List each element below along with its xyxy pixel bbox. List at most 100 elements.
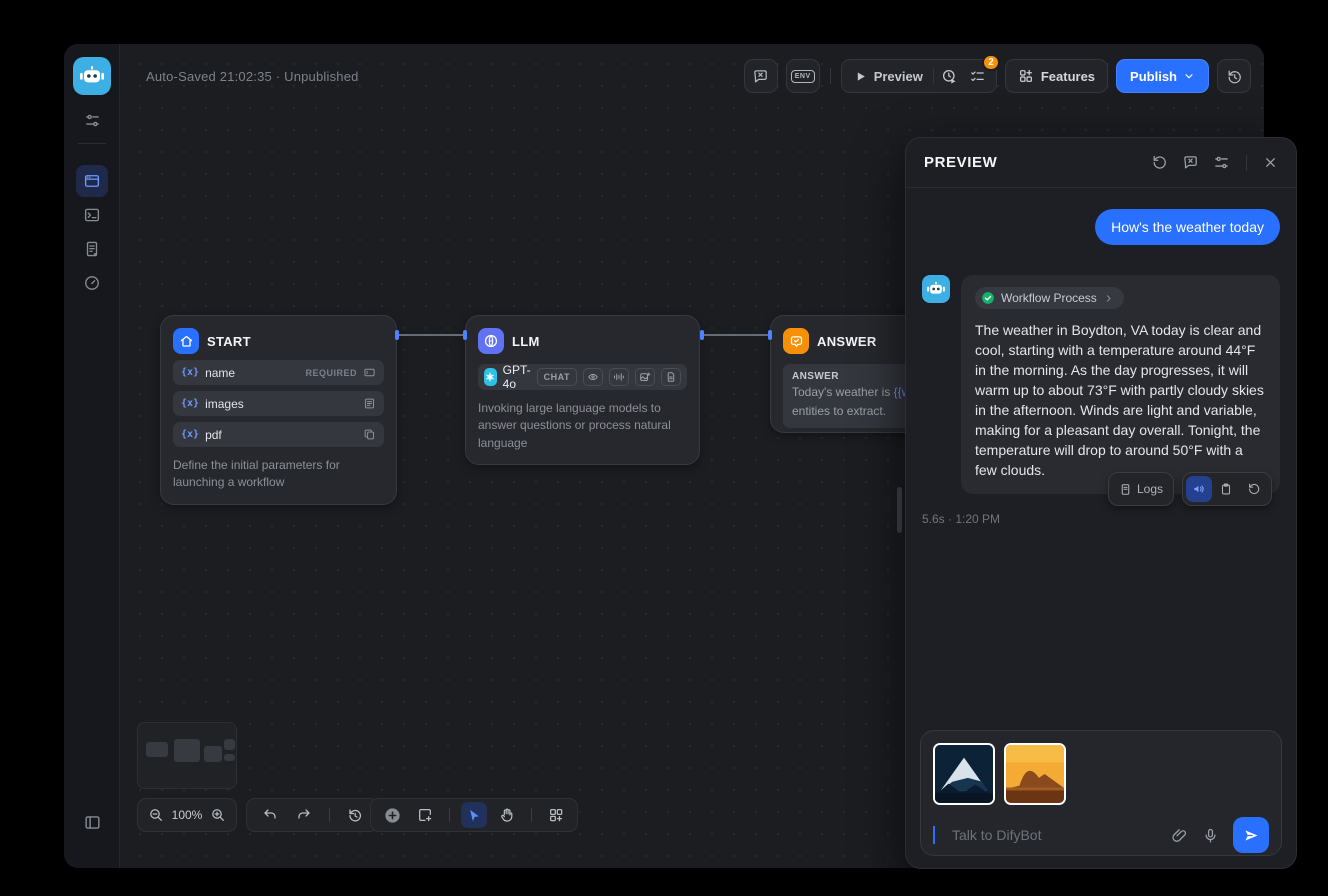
node-description: Define the initial parameters for launch…	[173, 457, 384, 492]
run-group: Preview 2	[841, 59, 997, 93]
vision-capability-icon	[583, 368, 603, 386]
workflow-process-chip[interactable]: Workflow Process	[975, 287, 1124, 309]
preferences-button[interactable]	[76, 104, 108, 136]
history-clock-icon	[1226, 68, 1243, 85]
change-history-button[interactable]	[342, 802, 368, 828]
logs-label: Logs	[1137, 482, 1163, 496]
sidebar-item-monitoring[interactable]	[76, 267, 108, 299]
llm-output-port[interactable]	[700, 330, 704, 340]
env-variables-button[interactable]: ENV	[786, 59, 820, 93]
grid-plus-icon	[1018, 68, 1034, 84]
llm-input-port[interactable]	[463, 330, 467, 340]
bot-message-card: Workflow Process The weather in Boydton,…	[961, 275, 1280, 494]
attach-file-button[interactable]	[1171, 827, 1188, 844]
zoom-toolbar: 100%	[137, 798, 237, 832]
variable-name: images	[205, 397, 357, 411]
collapse-sidebar-button[interactable]	[76, 806, 108, 838]
edge-llm-answer	[704, 334, 768, 336]
sidebar	[64, 44, 120, 868]
workflow-process-label: Workflow Process	[1001, 291, 1097, 305]
copy-button[interactable]	[1212, 478, 1240, 500]
answer-bubble-icon	[783, 328, 809, 354]
preview-title: PREVIEW	[924, 154, 1151, 171]
features-button[interactable]: Features	[1005, 59, 1108, 93]
publish-button[interactable]: Publish	[1116, 59, 1209, 93]
zoom-in-button[interactable]	[208, 802, 228, 828]
preview-settings-button[interactable]	[1213, 154, 1230, 171]
chat-input[interactable]	[950, 826, 1157, 844]
start-node[interactable]: START {x} name REQUIRED {x} images {x} p…	[160, 315, 397, 505]
run-history-button[interactable]	[936, 62, 964, 90]
user-message-bubble: How's the weather today	[1095, 209, 1280, 245]
start-output-port[interactable]	[395, 330, 399, 340]
node-description: Invoking large language models to answer…	[478, 400, 687, 452]
hand-mode-button[interactable]	[494, 802, 520, 828]
bot-message-text: The weather in Boydton, VA today is clea…	[975, 320, 1266, 480]
sidebar-item-orchestrate[interactable]	[76, 165, 108, 197]
logs-doc-icon	[83, 240, 101, 258]
minimap-node	[204, 746, 222, 762]
logs-button[interactable]: Logs	[1112, 478, 1170, 500]
chat-input-row	[933, 817, 1269, 853]
model-selector[interactable]: GPT-4o CHAT	[478, 364, 687, 390]
sidebar-item-api[interactable]	[76, 199, 108, 231]
preview-panel: PREVIEW How's the weather today	[905, 137, 1297, 869]
app-avatar[interactable]	[73, 57, 111, 95]
minimap-node	[146, 742, 168, 757]
variable-name: name	[205, 366, 299, 380]
attachment-mountain-night[interactable]	[933, 743, 995, 805]
minimap-node	[174, 739, 200, 762]
toolbar-divider	[531, 808, 532, 822]
preview-run-button[interactable]: Preview	[846, 62, 931, 90]
redo-button[interactable]	[291, 802, 317, 828]
play-icon	[854, 70, 867, 83]
audio-capability-icon	[609, 368, 629, 386]
checklist-button[interactable]: 2	[964, 62, 992, 90]
llm-node-header: LLM	[478, 328, 687, 354]
attachment-mountain-sunset[interactable]	[1004, 743, 1066, 805]
restart-conversation-button[interactable]	[1151, 154, 1168, 171]
variable-row[interactable]: {x} images	[173, 391, 384, 416]
model-name: GPT-4o	[503, 363, 531, 391]
variable-type: {x}	[181, 429, 199, 440]
send-button[interactable]	[1233, 817, 1269, 853]
terminal-icon	[83, 206, 101, 224]
sliders-icon	[84, 112, 101, 129]
document-capability-icon	[661, 368, 681, 386]
node-title: LLM	[512, 334, 540, 349]
llm-node[interactable]: LLM GPT-4o CHAT Invoking large language …	[465, 315, 700, 465]
add-note-button[interactable]	[412, 802, 438, 828]
collapse-panel-icon	[83, 813, 102, 832]
zoom-level[interactable]: 100%	[166, 808, 209, 822]
close-preview-button[interactable]	[1263, 155, 1278, 170]
user-message-row: How's the weather today	[922, 209, 1280, 245]
preview-panel-header: PREVIEW	[906, 138, 1296, 188]
organize-blocks-button[interactable]	[543, 802, 569, 828]
undo-button[interactable]	[257, 802, 283, 828]
canvas-scrollbar[interactable]	[897, 487, 902, 533]
short-text-icon	[363, 366, 376, 379]
annotation-button[interactable]	[744, 59, 778, 93]
read-aloud-button[interactable]	[1186, 476, 1212, 502]
annotation-toggle-button[interactable]	[1182, 154, 1199, 171]
env-icon: ENV	[791, 70, 815, 83]
version-history-button[interactable]	[1217, 59, 1251, 93]
preview-header-actions	[1151, 154, 1278, 171]
bot-message-row: Workflow Process The weather in Boydton,…	[922, 275, 1280, 494]
sidebar-item-logs[interactable]	[76, 233, 108, 265]
voice-input-button[interactable]	[1202, 827, 1219, 844]
home-icon	[173, 328, 199, 354]
pointer-mode-button[interactable]	[461, 802, 487, 828]
chat-mode-badge: CHAT	[537, 368, 577, 386]
chevron-right-icon	[1103, 293, 1114, 304]
regenerate-button[interactable]	[1240, 478, 1268, 500]
add-node-button[interactable]	[379, 802, 405, 828]
variable-name: pdf	[205, 428, 357, 442]
minimap[interactable]	[137, 722, 237, 789]
variable-row[interactable]: {x} name REQUIRED	[173, 360, 384, 385]
variable-row[interactable]: {x} pdf	[173, 422, 384, 447]
screen: Auto-Saved 21:02:35 · Unpublished ENV Pr…	[0, 0, 1328, 896]
history-toolbar	[246, 798, 379, 832]
zoom-out-button[interactable]	[146, 802, 166, 828]
answer-input-port[interactable]	[768, 330, 772, 340]
